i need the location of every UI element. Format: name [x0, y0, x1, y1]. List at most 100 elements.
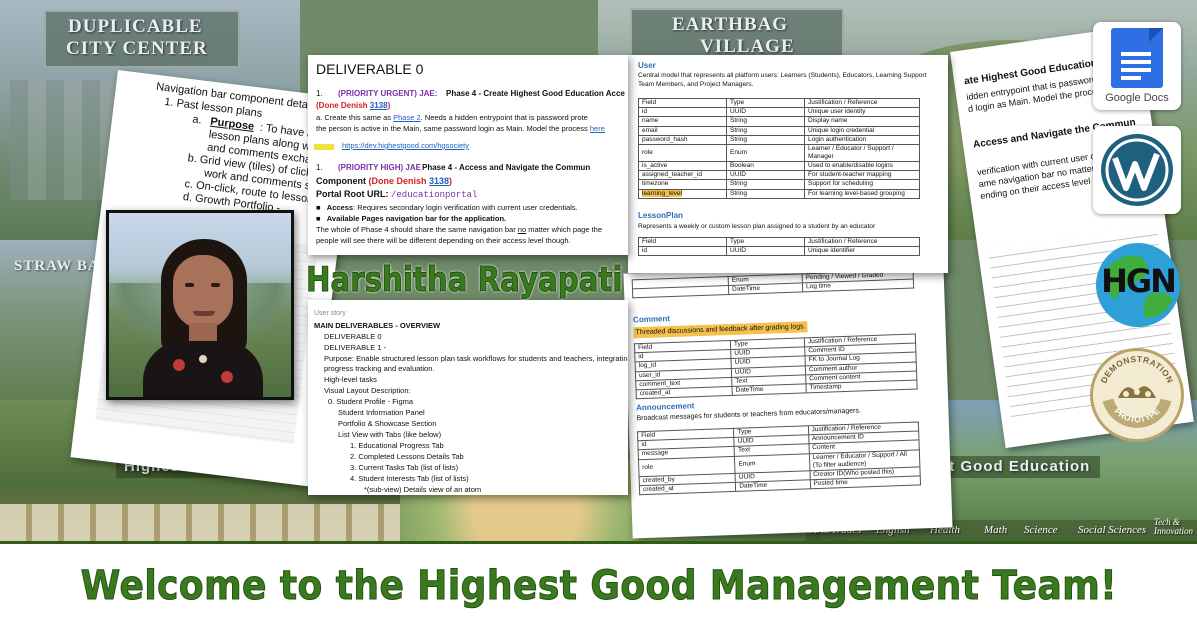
table-cell: learning_level	[638, 188, 727, 199]
background-collage: DUPLICABLE CITY CENTER EARTHBAG VILLAGE …	[0, 0, 1197, 541]
google-docs-icon	[1111, 28, 1163, 88]
table-cell: assigned_teacher_id	[638, 170, 727, 181]
learning-level-field: learning_level	[642, 189, 683, 197]
table-cell: Unique login credential	[804, 125, 920, 136]
table-cell: role	[638, 143, 727, 162]
pages-bar-text: Available Pages navigation bar for the a…	[326, 214, 507, 223]
item1-number: 1.	[316, 89, 323, 98]
wordpress-logo	[1093, 126, 1181, 214]
overview-line: Visual Layout Description:	[324, 386, 411, 395]
item2-done-label: (Done Denish	[368, 176, 430, 186]
overview-line: *(sub-view) Details view of an atom	[364, 485, 482, 494]
overview-sheet: User story MAIN DELIVERABLES - OVERVIEW …	[308, 300, 628, 495]
overview-line: progress tracking and evaluation.	[324, 364, 435, 373]
table-cell: DateTime	[735, 479, 811, 492]
lessonplan-desc: Represents a weekly or custom lesson pla…	[638, 223, 876, 230]
badge-arc-text: DEMONSTRATION PROTOTYPE	[1099, 354, 1176, 428]
comment-announcement-sheet: Enum Pending / Viewed / Graded DateTime Lo…	[623, 262, 953, 539]
google-docs-label: Google Docs	[1105, 92, 1169, 104]
item2-number: 1.	[316, 163, 323, 172]
item2-done-link[interactable]: 3138	[429, 176, 449, 186]
table-cell: is_active	[638, 160, 727, 172]
table-cell: UUID	[726, 107, 805, 118]
portal-root-url: Portal Root URL: /educationportal	[316, 189, 477, 200]
overview-line: 1. Educational Progress Tab	[350, 441, 444, 450]
access-text: : Requires secondary login verification …	[353, 203, 578, 212]
society-url-link[interactable]: https://dev.highestgood.com/hgsociety	[342, 141, 469, 150]
comment-desc: Threaded discussions and feedback after …	[633, 321, 808, 339]
whole-line-1: The whole of Phase 4 should share the sa…	[316, 225, 602, 234]
wordpress-icon	[1101, 134, 1173, 206]
table-cell: Display name	[804, 116, 920, 127]
user-model-desc: Central model that represents all platfo…	[638, 72, 927, 88]
item1a-rest: . Needs a hidden entrypoint that is pass…	[420, 113, 588, 122]
table-cell: password_hash	[638, 134, 727, 145]
subject-social: Social Sciences	[1078, 524, 1147, 536]
user-model-sheet: User Central model that represents all p…	[628, 55, 948, 273]
demonstration-prototype-badge: DEMONSTRATION PROTOTYPE	[1090, 348, 1184, 442]
overview-line: 0. Student Profile - Figma	[328, 397, 414, 406]
overview-line: Student Information Panel	[338, 408, 425, 417]
table-cell: email	[638, 125, 727, 136]
item2-title: Phase 4 - Access and Navigate the Commun	[422, 163, 591, 172]
table-cell: String	[726, 188, 805, 199]
item1a-line2: the person is active in the Main, same p…	[316, 124, 605, 133]
table-cell: Learner / Educator / Support / Manager	[804, 143, 920, 162]
portal-root-label: Portal Root URL:	[316, 189, 391, 199]
access-line: ■ Access: Requires secondary login verif…	[316, 203, 578, 212]
item2-done-close: )	[449, 176, 453, 186]
phase2-link[interactable]: Phase 2	[393, 113, 421, 122]
item1-done: (Done Denish 3138)	[316, 101, 390, 110]
overview-line: 3. Current Tasks Tab (list of lists)	[350, 463, 459, 472]
table-cell: DateTime	[731, 383, 807, 396]
portrait-frame	[106, 210, 294, 400]
nav-details-line: a.	[191, 113, 203, 127]
subject-math: Math	[984, 524, 1008, 536]
overview-line: List View with Tabs (like below)	[338, 430, 442, 439]
overview-line: 2. Completed Lessons Details Tab	[350, 452, 464, 461]
lessonplan-title: LessonPlan	[638, 211, 683, 220]
google-docs-logo: Google Docs	[1093, 22, 1181, 110]
table-cell: id	[638, 246, 727, 257]
svg-text:DEMONSTRATION: DEMONSTRATION	[1099, 354, 1176, 385]
announcement-title: Announcement	[636, 401, 695, 413]
comment-table: Field Type Justification / Reference id UUI…	[634, 334, 918, 400]
overview-heading: MAIN DELIVERABLES - OVERVIEW	[314, 321, 441, 330]
item2-component: Component (Done Denish 3138)	[316, 176, 452, 186]
item1a-text: a. Create this same as	[316, 113, 394, 122]
hgn-label: HGN	[1101, 262, 1177, 300]
item1-done-label: (Done Denish	[316, 101, 370, 110]
overview-line: 4. Student Interests Tab (list of lists)	[350, 474, 469, 483]
table-cell: For learning level-based grouping	[804, 188, 920, 199]
announcement-table: Field Type Justification / Reference id UUI…	[637, 421, 921, 495]
table-cell: For student-teacher mapping	[804, 170, 920, 181]
welcome-banner: Welcome to the Highest Good Management T…	[0, 541, 1197, 627]
table-cell	[632, 285, 729, 299]
table-header: Type	[726, 97, 805, 109]
comment-title: Comment	[632, 314, 671, 325]
item1a-line: a. Create this same as Phase 2. Needs a …	[316, 113, 588, 122]
item1-done-link[interactable]: 3138	[370, 101, 388, 110]
whole-line-1-text: The whole of Phase 4 should share the sa…	[316, 225, 518, 234]
table-cell: Used to enable/disable logins	[804, 160, 920, 172]
comment-top-table: Enum Pending / Viewed / Graded DateTime Lo…	[632, 270, 915, 299]
city-center-label-1: DUPLICABLE	[68, 16, 203, 37]
table-header: Justification / Reference	[804, 236, 920, 248]
table-header: Field	[638, 97, 727, 109]
table-cell: Enum	[726, 143, 805, 162]
table-header: Field	[638, 236, 727, 248]
here-link[interactable]: here	[590, 124, 605, 133]
item1a-line2-text: the person is active in the Main, same p…	[316, 124, 590, 133]
city-center-label-2: CITY CENTER	[66, 38, 208, 59]
table-cell: id	[638, 107, 727, 118]
hgn-logo: HGN	[1093, 240, 1183, 330]
table-cell: UUID	[726, 170, 805, 181]
url-bullet-highlight	[314, 144, 334, 150]
table-header: Type	[726, 236, 805, 248]
subject-science: Science	[1024, 524, 1058, 536]
overview-line: DELIVERABLE 1 -	[324, 343, 387, 352]
education-label: st Good Education	[940, 458, 1091, 475]
table-cell: Boolean	[726, 160, 805, 172]
earthbag-label-1: EARTHBAG	[672, 14, 789, 35]
table-cell: DateTime	[728, 283, 803, 295]
